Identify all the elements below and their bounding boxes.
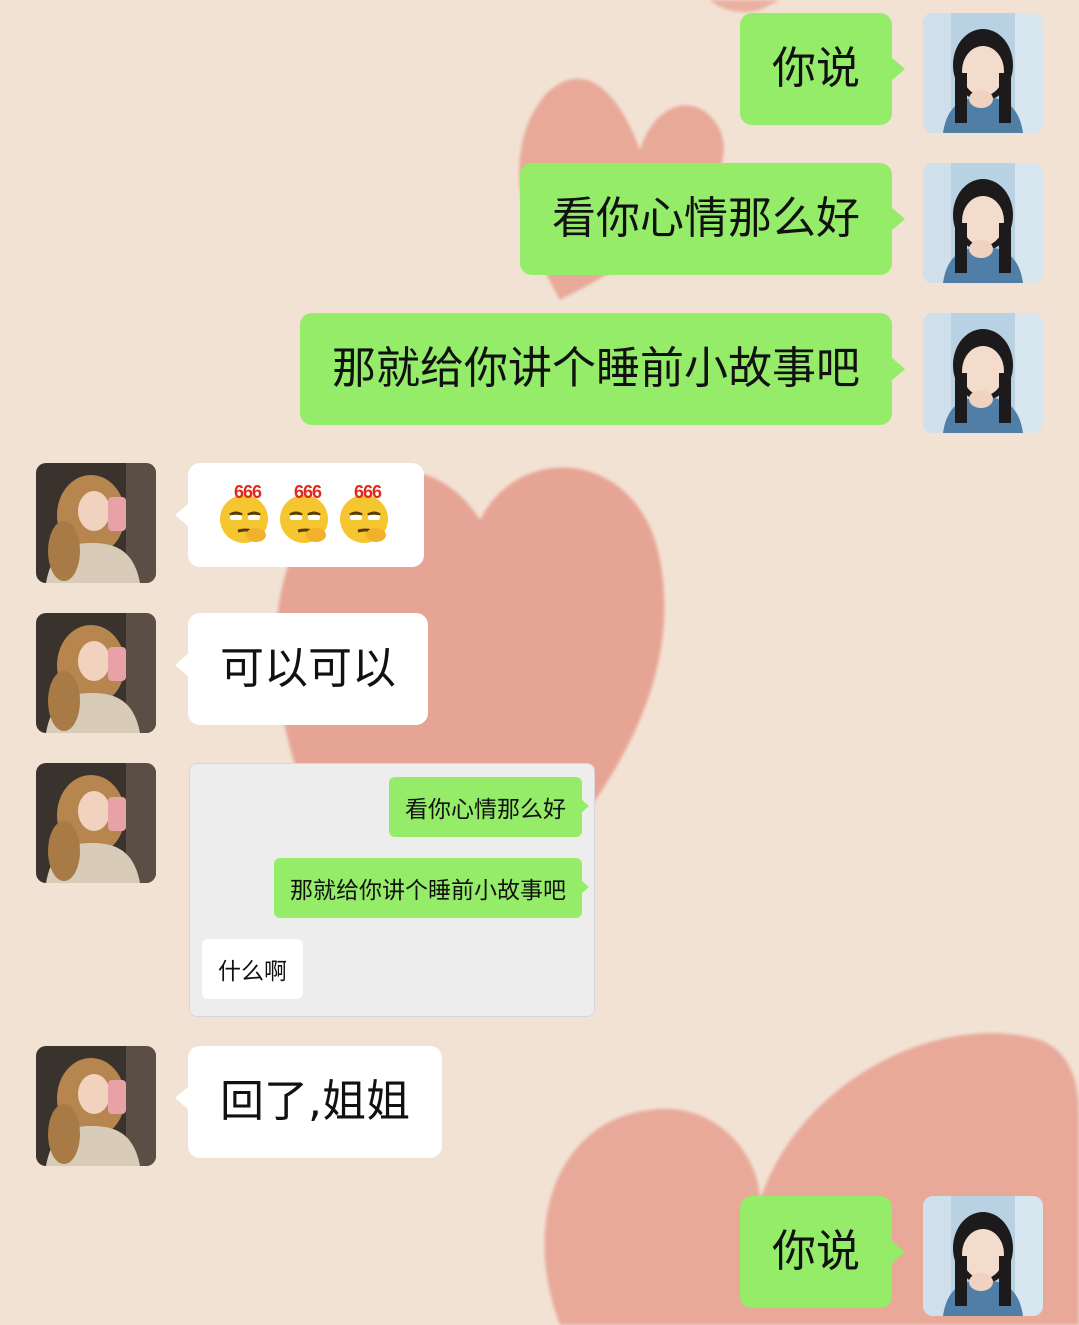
avatar-girl-mirror-selfie-icon — [36, 1046, 156, 1166]
smug-666-emoji-icon: 666 — [278, 482, 334, 545]
smug-666-emoji-icon: 666 — [338, 482, 394, 545]
message-row: 看你心情那么好 那就给你讲个睡前小故事吧 什么啊 — [0, 763, 1079, 1018]
avatar-girl-mirror-selfie-icon — [36, 613, 156, 733]
message-text: 你说 — [772, 43, 860, 94]
smug-666-emoji-icon: 666 — [218, 482, 274, 545]
quoted-text: 看你心情那么好 — [405, 797, 566, 823]
received-message-bubble[interactable]: 666 666 666 — [175, 463, 424, 567]
avatar-self[interactable] — [923, 1196, 1043, 1316]
emoji-number-label: 666 — [354, 482, 382, 502]
quoted-sent-bubble: 那就给你讲个睡前小故事吧 — [274, 858, 589, 918]
emoji-number-label: 666 — [294, 482, 322, 502]
avatar-girl-mirror-selfie-icon — [36, 463, 156, 583]
avatar-other[interactable] — [36, 463, 156, 583]
avatar-self[interactable] — [923, 13, 1043, 133]
message-text: 你说 — [772, 1226, 860, 1277]
sent-message-bubble[interactable]: 你说 — [740, 1196, 905, 1308]
avatar-self[interactable] — [923, 313, 1043, 433]
received-message-bubble[interactable]: 可以可以 — [175, 613, 428, 725]
quoted-chat-image[interactable]: 看你心情那么好 那就给你讲个睡前小故事吧 什么啊 — [189, 763, 595, 1017]
message-text: 回了,姐姐 — [220, 1076, 410, 1127]
avatar-girl-blue-shirt-icon — [923, 1196, 1043, 1316]
sent-message-bubble[interactable]: 看你心情那么好 — [520, 163, 905, 275]
quoted-text: 什么啊 — [218, 959, 287, 985]
received-message-bubble[interactable]: 回了,姐姐 — [175, 1046, 442, 1158]
quoted-received-bubble: 什么啊 — [202, 939, 303, 999]
avatar-other[interactable] — [36, 1046, 156, 1166]
message-row: 那就给你讲个睡前小故事吧 — [0, 313, 1079, 433]
message-row: 666 666 666 — [0, 463, 1079, 583]
avatar-girl-blue-shirt-icon — [923, 163, 1043, 283]
emoji-group: 666 666 666 — [218, 482, 394, 545]
quoted-sent-bubble: 看你心情那么好 — [389, 777, 589, 837]
message-text: 那就给你讲个睡前小故事吧 — [332, 343, 860, 394]
message-row: 可以可以 — [0, 613, 1079, 733]
message-row: 看你心情那么好 — [0, 163, 1079, 283]
message-row: 你说 — [0, 13, 1079, 133]
message-row: 你说 — [0, 1196, 1079, 1316]
quoted-text: 那就给你讲个睡前小故事吧 — [290, 878, 566, 904]
sent-message-bubble[interactable]: 那就给你讲个睡前小故事吧 — [300, 313, 905, 425]
emoji-number-label: 666 — [234, 482, 262, 502]
sent-message-bubble[interactable]: 你说 — [740, 13, 905, 125]
avatar-self[interactable] — [923, 163, 1043, 283]
avatar-girl-blue-shirt-icon — [923, 13, 1043, 133]
message-text: 看你心情那么好 — [552, 193, 860, 244]
avatar-other[interactable] — [36, 613, 156, 733]
message-text: 可以可以 — [220, 643, 396, 694]
avatar-girl-mirror-selfie-icon — [36, 763, 156, 883]
avatar-girl-blue-shirt-icon — [923, 313, 1043, 433]
avatar-other[interactable] — [36, 763, 156, 883]
message-row: 回了,姐姐 — [0, 1046, 1079, 1166]
